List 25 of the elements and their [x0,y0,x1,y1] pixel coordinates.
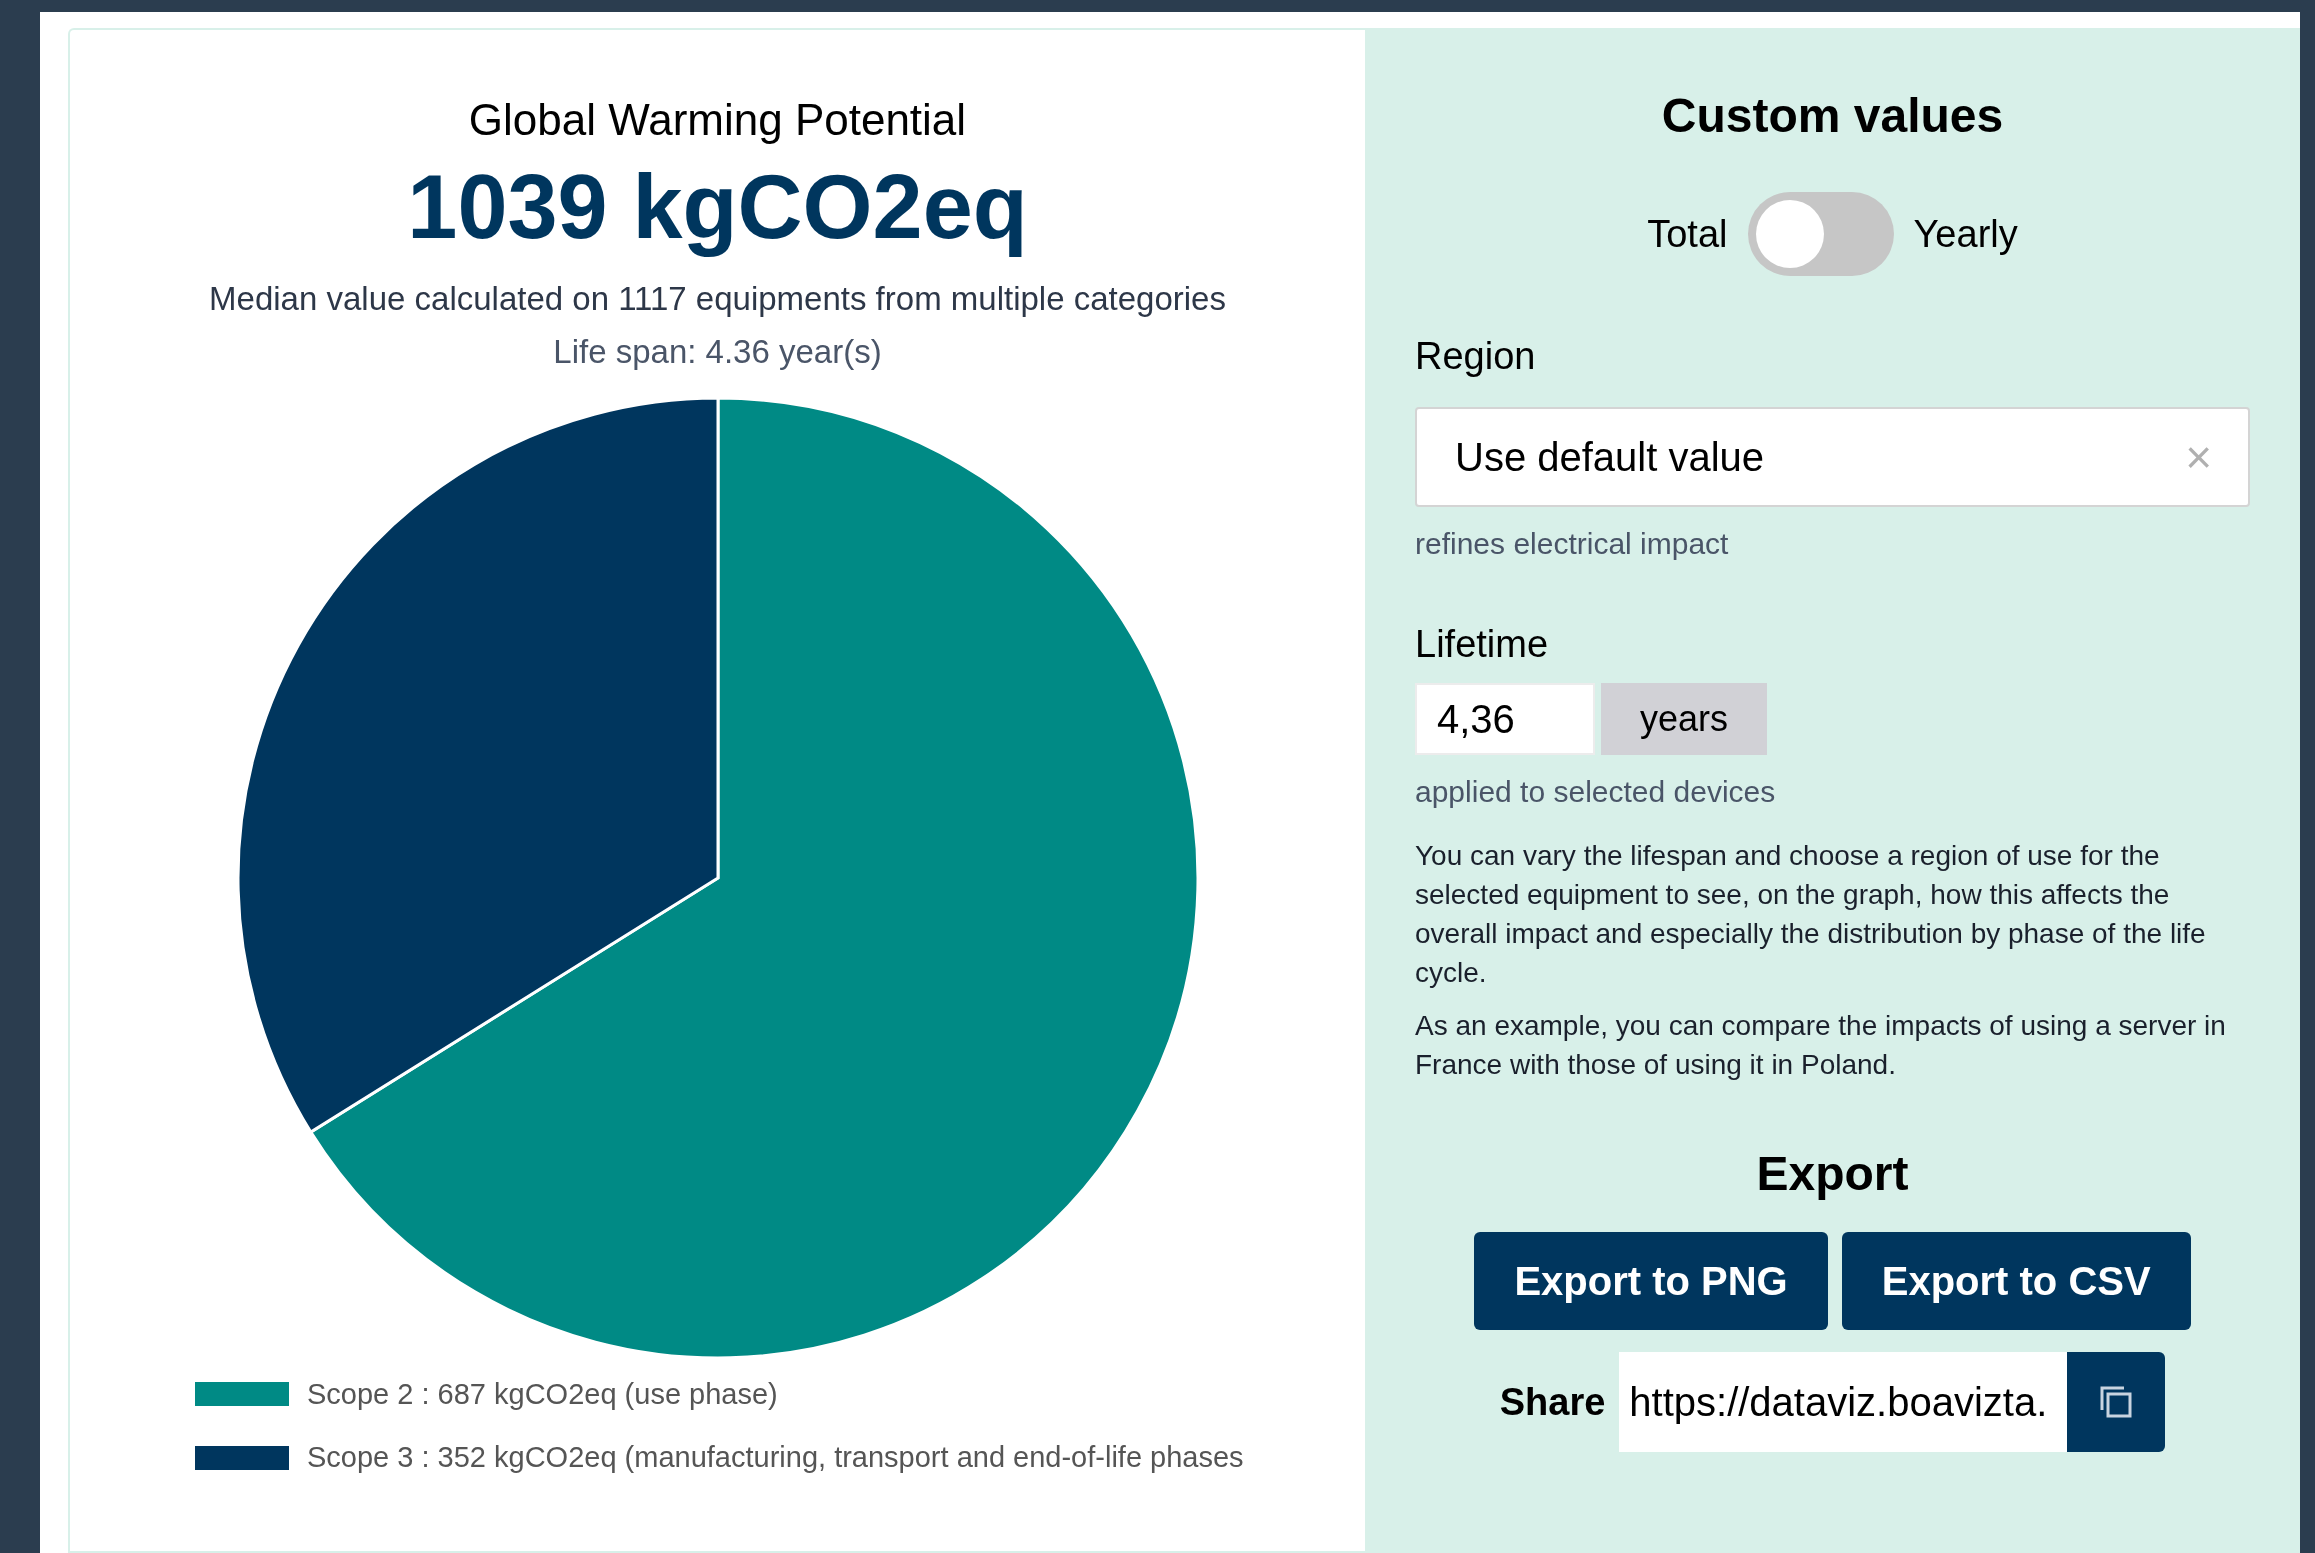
hint-text: applied to selected devices [1415,774,1777,810]
info-paragraph: As an example, you can compare the impacts of using a server in France with those of using it in Poland. [1415,1009,2227,1082]
region-select[interactable]: Use default value × [1415,407,2250,507]
copy-icon [2098,1384,2135,1420]
description-text: Median value calculated on 1117 equipments from multiple categories [209,278,1226,319]
chart-title: Global Warming Potential [468,94,967,146]
panel-title: Custom values [1661,88,2004,144]
unit-label: years [1601,683,1767,755]
region-label: Region [1415,334,1537,379]
export-button[interactable]: Export to CSV [1841,1232,2191,1330]
hint-text: refines electrical impact [1415,526,1730,562]
share-label: Share [1499,1379,1606,1425]
lifetime-input[interactable]: 4,36 [1415,683,1595,755]
info-paragraph: You can vary the lifespan and choose a region of use for the selected equipment to see, on the graph, how this affects the overall impact and especially the distribution by phase of the life cycle. [1415,839,2207,990]
legend-label: Scope 3 : 352 kgCO2eq (manufacturing, transport and end-of-life phases [307,1440,1244,1475]
impact-value: 1039 kgCO2eq [407,156,1028,259]
export-button[interactable]: Export to PNG [1474,1232,1828,1330]
toggle-label: Yearly [1913,211,2018,257]
toggle-label: Total [1647,211,1728,257]
lifetime-label: Lifetime [1415,622,1550,667]
share-url-field[interactable]: https://dataviz.boavizta. [1619,1352,2068,1452]
export-title: Export [1756,1146,1909,1202]
lifespan-text: Life span: 4.36 year(s) [553,332,882,372]
copy-button[interactable] [2067,1352,2166,1452]
legend-label: Scope 2 : 687 kgCO2eq (use phase) [307,1376,778,1412]
